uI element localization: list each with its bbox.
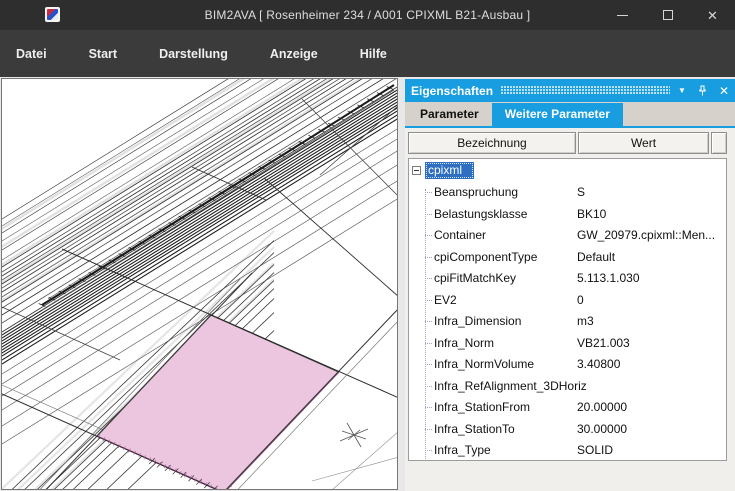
minimize-icon — [617, 15, 628, 16]
property-label: cpiComponentType — [434, 250, 537, 264]
property-label: Infra_StationFrom — [434, 400, 530, 414]
panel-close-icon: ✕ — [719, 85, 729, 97]
menu-hilfe[interactable]: Hilfe — [346, 47, 401, 61]
property-value: 30.00000 — [577, 419, 627, 441]
column-header-wert[interactable]: Wert — [578, 132, 709, 154]
maximize-button[interactable] — [645, 0, 690, 30]
property-row[interactable]: Infra_Dimension m3 — [409, 311, 726, 333]
titlebar[interactable]: BIM2AVA [ Rosenheimer 234 / A001 CPIXML … — [0, 0, 735, 30]
menu-darstellung[interactable]: Darstellung — [145, 47, 242, 61]
property-tree: cpixml Beanspruchung S Belastungsklasse BK… — [408, 158, 727, 461]
property-label: EV2 — [434, 293, 457, 307]
property-label: Container — [434, 228, 486, 242]
property-value: BK10 — [577, 204, 606, 226]
property-value: 3.40800 — [577, 354, 620, 376]
column-header-stub — [711, 132, 727, 154]
property-value: 0 — [577, 290, 584, 312]
property-label: Infra_NormVolume — [434, 357, 534, 371]
close-icon: ✕ — [707, 9, 718, 22]
panel-close-button[interactable]: ✕ — [719, 85, 729, 97]
property-row[interactable]: Infra_StationFrom 20.00000 — [409, 397, 726, 419]
property-row[interactable]: EV2 0 — [409, 290, 726, 312]
property-value: m3 — [577, 311, 594, 333]
panel-menu-button[interactable]: ▼ — [678, 87, 686, 95]
3d-viewport[interactable] — [1, 78, 398, 490]
property-value: VB21.003 — [577, 333, 630, 355]
property-label: Infra_Dimension — [434, 314, 521, 328]
property-row[interactable]: Infra_NormVolume 3.40800 — [409, 354, 726, 376]
panel-pin-button[interactable] — [697, 85, 708, 96]
property-row[interactable]: cpiFitMatchKey 5.113.1.030 — [409, 268, 726, 290]
property-value: Default — [577, 247, 615, 269]
property-value: SOLID — [577, 440, 613, 461]
property-value: S — [577, 182, 585, 204]
selected-solid[interactable] — [97, 315, 339, 489]
property-value: 5.113.1.030 — [577, 268, 640, 290]
column-headers: Bezeichnung Wert — [408, 132, 727, 154]
property-label: Infra_StationTo — [434, 422, 515, 436]
menubar: Datei Start Darstellung Anzeige Hilfe — [0, 30, 735, 77]
property-row[interactable]: Infra_Type SOLID — [409, 440, 726, 461]
property-row[interactable]: Belastungsklasse BK10 — [409, 204, 726, 226]
tab-parameter[interactable]: Parameter — [407, 103, 492, 126]
panel-title: Eigenschaften — [411, 84, 493, 98]
menu-start[interactable]: Start — [75, 47, 131, 61]
property-row[interactable]: Infra_StationTo 30.00000 — [409, 419, 726, 441]
panel-header[interactable]: Eigenschaften ▼ ✕ — [405, 79, 735, 102]
property-label: Belastungsklasse — [434, 207, 527, 221]
minimize-button[interactable] — [600, 0, 645, 30]
collapse-icon[interactable] — [412, 166, 421, 175]
close-button[interactable]: ✕ — [690, 0, 735, 30]
wireframe-model — [2, 79, 397, 489]
tree-root-row[interactable]: cpixml — [409, 159, 726, 182]
app-window: BIM2AVA [ Rosenheimer 234 / A001 CPIXML … — [0, 0, 735, 491]
pin-icon — [697, 85, 708, 96]
chevron-down-icon: ▼ — [678, 87, 686, 95]
property-label: Infra_Norm — [434, 336, 494, 350]
tree-root-label[interactable]: cpixml — [425, 162, 474, 179]
panel-body: Bezeichnung Wert cpixml Beanspruchung S B… — [405, 128, 727, 491]
property-label: Infra_Type — [434, 443, 491, 457]
property-row[interactable]: Beanspruchung S — [409, 182, 726, 204]
properties-panel: Eigenschaften ▼ ✕ Parameter Weitere Para… — [405, 79, 735, 491]
panel-grip-texture — [501, 86, 670, 95]
property-label: Beanspruchung — [434, 185, 518, 199]
tab-weitere-parameter[interactable]: Weitere Parameter — [492, 103, 623, 126]
property-row[interactable]: Container GW_20979.cpixml::Men... — [409, 225, 726, 247]
column-header-bezeichnung[interactable]: Bezeichnung — [408, 132, 576, 154]
menu-anzeige[interactable]: Anzeige — [256, 47, 332, 61]
property-value: GW_20979.cpixml::Men... — [577, 225, 715, 247]
property-row[interactable]: Infra_RefAlignment_3DHoriz — [409, 376, 726, 398]
property-label: Infra_RefAlignment_3DHoriz — [434, 379, 587, 393]
menu-datei[interactable]: Datei — [2, 47, 61, 61]
property-value: 20.00000 — [577, 397, 627, 419]
property-row[interactable]: Infra_Norm VB21.003 — [409, 333, 726, 355]
panel-tabbar: Parameter Weitere Parameter — [405, 102, 735, 126]
property-row[interactable]: cpiComponentType Default — [409, 247, 726, 269]
property-label: cpiFitMatchKey — [434, 271, 516, 285]
axes-gizmo — [340, 423, 368, 447]
maximize-icon — [663, 10, 673, 20]
